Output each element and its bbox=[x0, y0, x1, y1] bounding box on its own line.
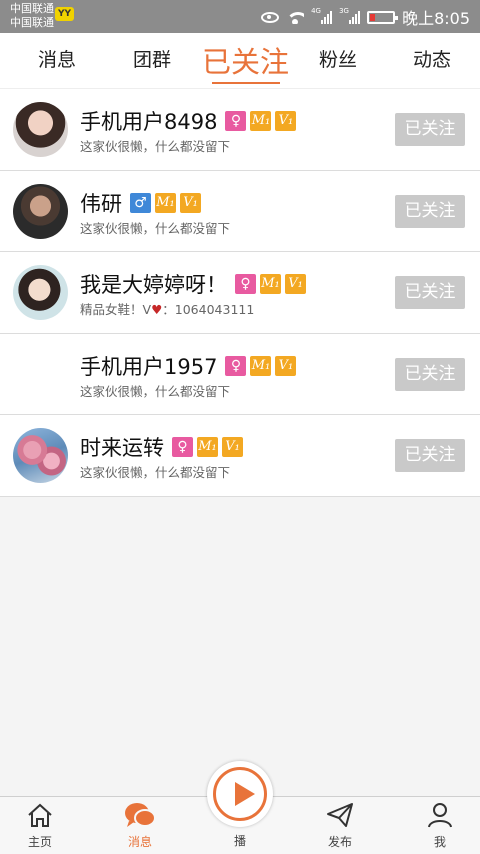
tab-following[interactable]: 已关注 bbox=[202, 39, 289, 81]
v-level-icon: V₁ bbox=[275, 355, 297, 376]
user-bio: 精品女鞋！V♥：1064043111 bbox=[80, 302, 255, 317]
send-icon bbox=[310, 801, 370, 829]
top-tabs: 消息 团群 已关注 粉丝 动态 bbox=[0, 33, 480, 89]
v-level-icon: V₁ bbox=[285, 274, 306, 294]
user-name: 时来运转 bbox=[80, 436, 164, 460]
tab-messages[interactable]: 消息 bbox=[38, 45, 76, 72]
nav-messages[interactable]: 消息 bbox=[110, 801, 170, 850]
m-level-icon: M₁ bbox=[250, 111, 272, 131]
user-bio: 这家伙很懒，什么都没留下 bbox=[80, 220, 231, 236]
m-level-icon: M₁ bbox=[260, 274, 281, 294]
heart-icon: ♥ bbox=[151, 302, 163, 317]
following-list: 手机用户8498 ♀ M₁ V₁ 这家伙很懒，什么都没留下 已关注 伟研 ♂ M… bbox=[0, 89, 480, 497]
nav-me-label: 我 bbox=[433, 835, 446, 849]
followed-button[interactable]: 已关注 bbox=[395, 357, 465, 391]
list-item[interactable]: 时来运转 ♀ M₁ V₁ 这家伙很懒，什么都没留下 已关注 bbox=[0, 415, 480, 497]
avatar[interactable] bbox=[13, 102, 68, 157]
followed-button[interactable]: 已关注 bbox=[395, 439, 465, 472]
carrier-1: 中国联通 bbox=[10, 2, 54, 15]
avatar[interactable] bbox=[13, 183, 68, 239]
carrier-info: 中国联通 中国联通 bbox=[10, 2, 54, 30]
nav-publish-label: 发布 bbox=[327, 835, 352, 849]
m-level-icon: M₁ bbox=[155, 192, 176, 213]
list-item[interactable]: 伟研 ♂ M₁ V₁ 这家伙很懒，什么都没留下 已关注 bbox=[0, 170, 480, 252]
avatar[interactable] bbox=[13, 428, 68, 483]
female-gender-icon: ♀ bbox=[225, 111, 247, 131]
nav-publish[interactable]: 发布 bbox=[310, 801, 370, 850]
signal-4g-icon: 4G bbox=[311, 7, 333, 24]
nav-me[interactable]: 我 bbox=[410, 801, 470, 850]
tab-fans[interactable]: 粉丝 bbox=[319, 45, 357, 72]
chat-icon bbox=[110, 801, 170, 829]
status-bar: 中国联通 中国联通 YY 4G 3G 晚上8:05 bbox=[0, 0, 480, 33]
carrier-2: 中国联通 bbox=[10, 16, 54, 29]
user-name: 伟研 bbox=[80, 191, 122, 216]
v-level-icon: V₁ bbox=[222, 437, 243, 457]
tab-groups[interactable]: 团群 bbox=[133, 45, 171, 72]
v-level-icon: V₁ bbox=[275, 111, 297, 131]
female-gender-icon: ♀ bbox=[235, 274, 256, 294]
avatar[interactable] bbox=[13, 346, 68, 402]
user-name: 手机用户1957 bbox=[80, 354, 218, 379]
nav-messages-label: 消息 bbox=[127, 835, 152, 849]
followed-button[interactable]: 已关注 bbox=[395, 194, 465, 228]
play-button[interactable] bbox=[207, 761, 273, 827]
eye-icon bbox=[261, 11, 280, 23]
yy-app-icon: YY bbox=[55, 7, 74, 21]
list-item[interactable]: 手机用户1957 ♀ M₁ V₁ 这家伙很懒，什么都没留下 已关注 bbox=[0, 333, 480, 415]
m-level-icon: M₁ bbox=[197, 437, 218, 457]
active-tab-indicator bbox=[212, 82, 280, 84]
list-item[interactable]: 我是大婷婷呀！ ♀ M₁ V₁ 精品女鞋！V♥：1064043111 已关注 bbox=[0, 252, 480, 334]
followed-button[interactable]: 已关注 bbox=[395, 113, 465, 146]
wifi-icon bbox=[286, 10, 305, 24]
nav-play-label: 播 bbox=[233, 834, 246, 848]
user-name: 手机用户8498 bbox=[80, 110, 218, 134]
avatar[interactable] bbox=[13, 265, 68, 320]
status-icons: 4G 3G 晚上8:05 bbox=[261, 6, 470, 28]
person-icon bbox=[410, 801, 470, 829]
play-icon bbox=[213, 767, 267, 821]
home-icon bbox=[10, 801, 70, 829]
male-gender-icon: ♂ bbox=[130, 192, 151, 213]
v-level-icon: V₁ bbox=[180, 192, 201, 213]
nav-home[interactable]: 主页 bbox=[10, 801, 70, 850]
tab-feed[interactable]: 动态 bbox=[413, 45, 451, 72]
female-gender-icon: ♀ bbox=[225, 355, 247, 376]
user-bio: 这家伙很懒，什么都没留下 bbox=[80, 139, 231, 154]
nav-home-label: 主页 bbox=[27, 835, 52, 849]
followed-button[interactable]: 已关注 bbox=[395, 276, 465, 309]
user-bio: 这家伙很懒，什么都没留下 bbox=[80, 465, 231, 480]
m-level-icon: M₁ bbox=[250, 355, 272, 376]
user-name: 我是大婷婷呀！ bbox=[80, 273, 227, 297]
signal-3g-icon: 3G bbox=[339, 7, 361, 24]
list-item[interactable]: 手机用户8498 ♀ M₁ V₁ 这家伙很懒，什么都没留下 已关注 bbox=[0, 89, 480, 171]
status-time: 晚上8:05 bbox=[402, 9, 470, 28]
user-bio: 这家伙很懒，什么都没留下 bbox=[80, 383, 231, 399]
female-gender-icon: ♀ bbox=[172, 437, 193, 457]
battery-icon bbox=[367, 10, 399, 24]
